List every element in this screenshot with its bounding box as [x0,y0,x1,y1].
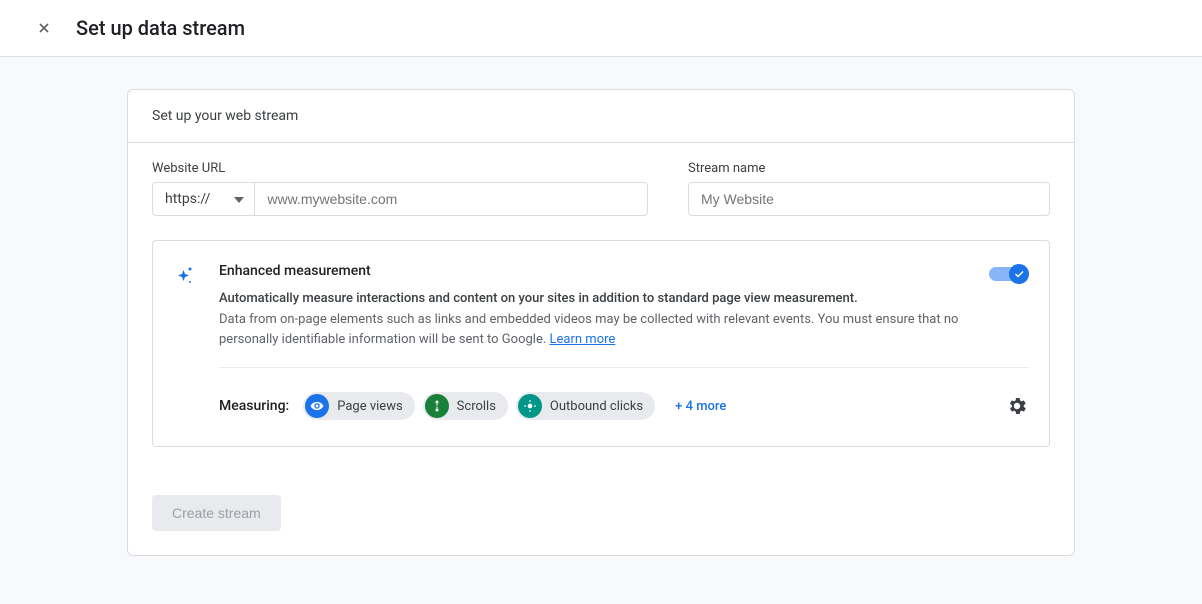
main-area: Set up your web stream Website URL https… [0,57,1202,604]
card-body: Website URL https:// Stream name [128,143,1074,471]
measuring-label: Measuring: [219,398,289,414]
website-url-group: Website URL https:// [152,161,648,216]
enhanced-toggle[interactable] [989,263,1029,285]
website-url-input[interactable] [254,182,648,216]
card-heading: Set up your web stream [128,90,1074,143]
enhanced-description: Data from on-page elements such as links… [219,310,971,349]
chip-label: Page views [337,399,402,414]
close-button[interactable] [32,16,56,40]
panel-top: Enhanced measurement Automatically measu… [173,263,1029,349]
toggle-thumb [1009,264,1029,284]
website-url-label: Website URL [152,161,648,176]
chips-container: Page views Scrolls Outbo [303,392,726,420]
gear-icon [1006,395,1028,417]
check-icon [1013,268,1025,280]
chip-label: Outbound clicks [550,399,643,414]
panel-text: Enhanced measurement Automatically measu… [219,263,971,349]
enhanced-title: Enhanced measurement [219,263,971,279]
card-footer: Create stream [128,471,1074,555]
url-scheme-value: https:// [165,191,210,207]
eye-icon [305,394,329,418]
enhanced-measurement-panel: Enhanced measurement Automatically measu… [152,240,1050,447]
click-icon [518,394,542,418]
chevron-down-icon [234,191,244,207]
chip-scrolls: Scrolls [423,392,508,420]
url-scheme-dropdown[interactable]: https:// [152,182,254,216]
enhanced-subtitle: Automatically measure interactions and c… [219,291,971,306]
page-title: Set up data stream [76,16,245,40]
more-chips-link[interactable]: + 4 more [675,399,726,414]
learn-more-link[interactable]: Learn more [550,332,616,347]
create-stream-button[interactable]: Create stream [152,495,281,531]
chip-outbound-clicks: Outbound clicks [516,392,655,420]
settings-button[interactable] [1005,394,1029,418]
url-input-wrap: https:// [152,182,648,216]
measuring-row: Measuring: Page views Scro [219,392,1029,420]
stream-name-input[interactable] [688,182,1050,216]
divider [219,367,1029,368]
scroll-icon [425,394,449,418]
close-icon [36,20,52,36]
page-header: Set up data stream [0,0,1202,57]
stream-name-group: Stream name [688,161,1050,216]
chip-page-views: Page views [303,392,414,420]
stream-name-label: Stream name [688,161,1050,176]
chip-label: Scrolls [457,399,496,414]
sparkle-icon [173,263,201,291]
field-row: Website URL https:// Stream name [152,161,1050,216]
stream-card: Set up your web stream Website URL https… [127,89,1075,556]
